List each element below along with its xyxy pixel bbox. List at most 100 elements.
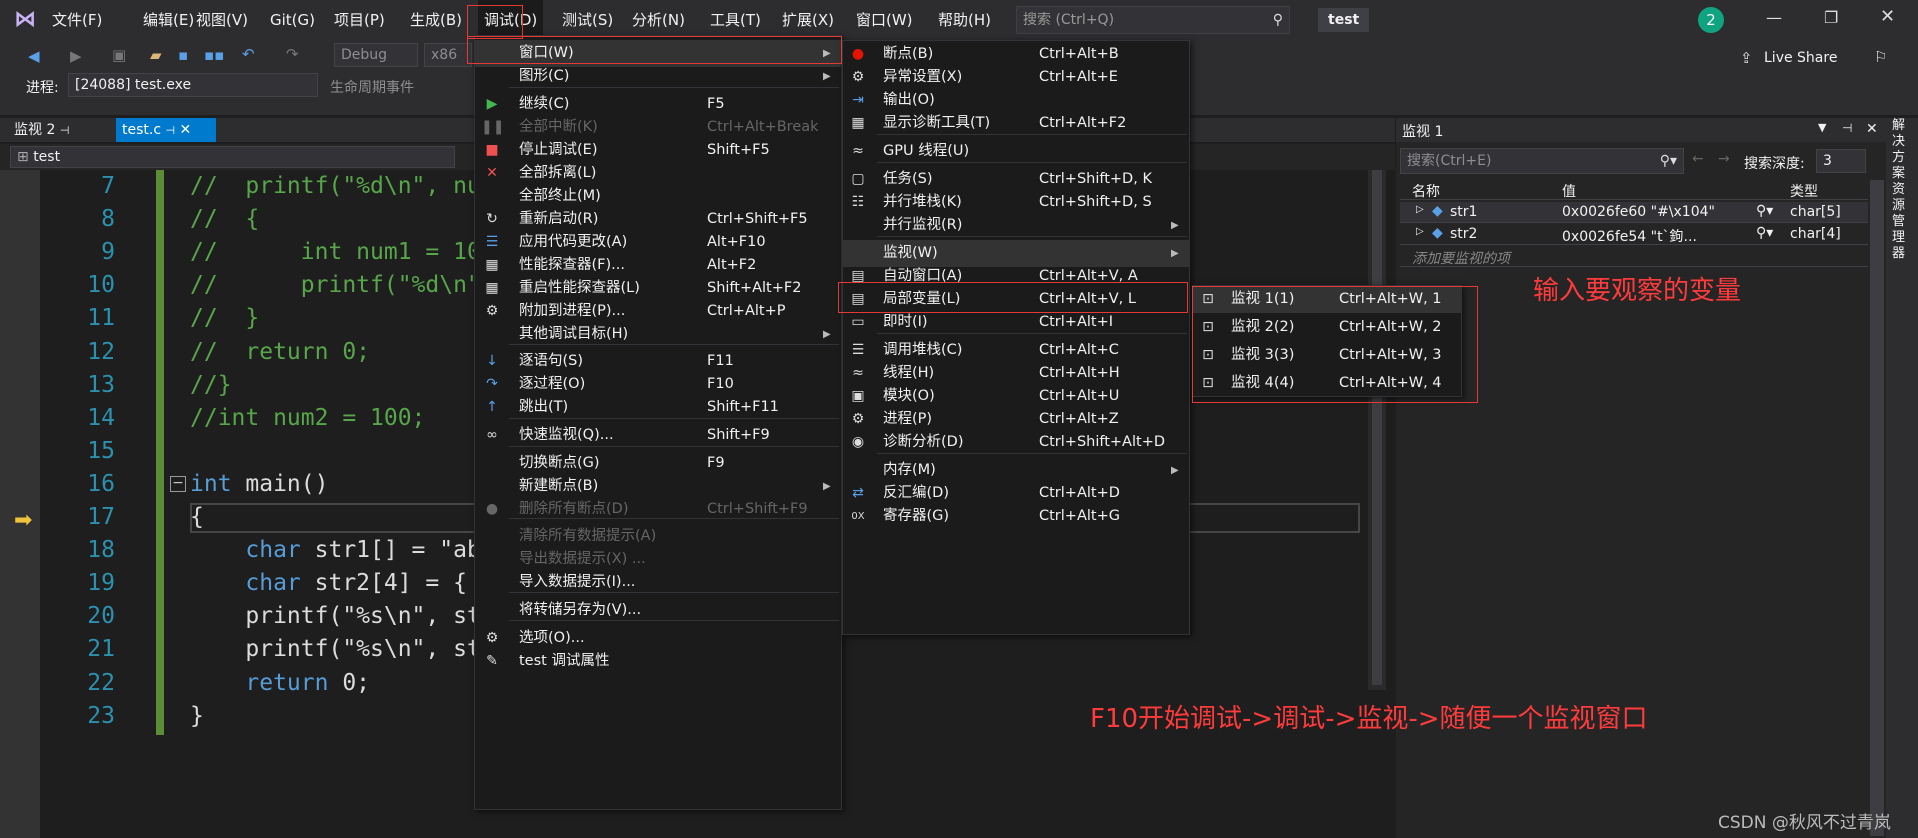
code-line[interactable]: printf("%s\n", st (190, 603, 480, 629)
menu-3[interactable]: Git(G) (264, 0, 321, 40)
menu-item-shortcut: Ctrl+Alt+W, 3 (1339, 347, 1442, 363)
watch-scrollbar[interactable] (1870, 180, 1884, 836)
feedback-icon[interactable]: ⚐ (1874, 48, 1887, 66)
watch-menu-item-0[interactable]: ⊡ 监视 1(1) Ctrl+Alt+W, 1 (1193, 286, 1461, 313)
window-menu-item-19[interactable]: 0X 寄存器(G) Ctrl+Alt+G (843, 503, 1189, 530)
pin-icon[interactable]: ⊣ (60, 124, 70, 137)
code-line[interactable]: // printf("%d\n", nu (190, 173, 481, 199)
col-type[interactable]: 类型 (1790, 181, 1818, 201)
code-line[interactable]: char str2[4] = { (190, 570, 467, 596)
forward-icon[interactable]: ▶ (70, 47, 82, 65)
menu-4[interactable]: 项目(P) (328, 0, 391, 40)
code-line[interactable]: // { (190, 206, 259, 232)
col-value[interactable]: 值 (1562, 181, 1576, 201)
maximize-icon[interactable]: ❐ (1824, 8, 1838, 27)
save-icon[interactable]: ▪ (178, 46, 188, 64)
code-line[interactable]: // } (190, 305, 259, 331)
code-line[interactable]: int main() (190, 471, 328, 497)
debug-menu-item-12[interactable]: 其他调试目标(H) ▶ (475, 321, 841, 348)
code-line[interactable]: // printf("%d\n" (190, 272, 481, 298)
watch-row[interactable]: ▷ ◆ str1 0x0026fe60 "#\x104" ⚲▾ char[5] (1400, 202, 1868, 223)
pin-icon[interactable]: ⊣ (166, 124, 176, 137)
menu-item-shortcut: Ctrl+Alt+W, 2 (1339, 319, 1442, 335)
col-name[interactable]: 名称 (1412, 181, 1440, 201)
open-folder-icon[interactable]: ▰ (150, 46, 162, 64)
window-menu-item-7[interactable]: 并行监视(R) ▶ (843, 212, 1189, 239)
live-share-button[interactable]: Live Share (1764, 50, 1837, 66)
pin-icon[interactable]: ⊣ (1842, 121, 1852, 135)
solution-explorer-tab[interactable]: 解决方案资源管理器 (1892, 118, 1912, 262)
code-line[interactable]: // return 0; (190, 339, 370, 365)
menu-2[interactable]: 视图(V) (190, 0, 254, 40)
menu-0[interactable]: 文件(F) (46, 0, 108, 40)
menu-12[interactable]: 帮助(H) (932, 0, 997, 40)
tab-watch2[interactable]: 监视 2 ⊣ (8, 118, 75, 142)
depth-combo[interactable]: 3 (1816, 149, 1866, 173)
minimize-icon[interactable]: — (1766, 8, 1782, 27)
dropdown-icon[interactable]: ▼ (1818, 121, 1826, 134)
save-all-icon[interactable]: ▪▪ (204, 46, 224, 64)
add-watch-item[interactable]: 添加要监视的项 (1412, 248, 1510, 268)
search-box[interactable]: 搜索 (Ctrl+Q) ⚲ (1016, 6, 1290, 34)
watch-menu-item-3[interactable]: ⊡ 监视 4(4) Ctrl+Alt+W, 4 (1193, 370, 1461, 397)
scope-combo[interactable]: ⊞ test (10, 146, 455, 168)
debug-menu-item-1[interactable]: 图形(C) ▶ (475, 63, 841, 90)
window-menu-item-11[interactable]: ▭ 即时(I) Ctrl+Alt+I (843, 309, 1189, 336)
menu-item-label: 并行监视(R) (883, 217, 963, 233)
code-line[interactable]: //int num2 = 100; (190, 405, 425, 431)
collapse-icon[interactable]: − (170, 476, 186, 492)
menu-6[interactable]: 调试(D) (478, 0, 544, 40)
visualizer-icon[interactable]: ⚲▾ (1756, 225, 1773, 241)
redo-icon[interactable]: ↷ (286, 45, 299, 63)
expand-icon[interactable]: ▷ (1416, 226, 1424, 237)
watch-search-input[interactable]: 搜索(Ctrl+E) ⚲▾ (1400, 148, 1684, 174)
window-menu-item-16[interactable]: ◉ 诊断分析(D) Ctrl+Shift+Alt+D (843, 429, 1189, 456)
expand-icon[interactable]: ▷ (1416, 204, 1424, 215)
debug-menu-item-15[interactable]: ↑ 跳出(T) Shift+F11 (475, 394, 841, 421)
gpu-threads-icon: ≈ (852, 143, 864, 159)
code-line[interactable]: char str1[] = "ab (190, 537, 480, 563)
search-next-icon[interactable]: → (1718, 151, 1730, 167)
platform-combo[interactable]: x86 (424, 43, 472, 67)
visualizer-icon[interactable]: ⚲▾ (1756, 203, 1773, 219)
code-line[interactable]: //} (190, 372, 232, 398)
panel-close-icon[interactable]: ✕ (1866, 121, 1878, 137)
code-line[interactable]: } (190, 703, 204, 729)
line-number: 14 (87, 404, 115, 431)
window-menu-item-4[interactable]: ≈ GPU 线程(U) (843, 138, 1189, 165)
code-line[interactable]: { (190, 504, 204, 530)
menu-5[interactable]: 生成(B) (404, 0, 468, 40)
undo-icon[interactable]: ↶ (242, 45, 255, 63)
window-menu-item-3[interactable]: ▦ 显示诊断工具(T) Ctrl+Alt+F2 (843, 110, 1189, 137)
menu-11[interactable]: 窗口(W) (850, 0, 919, 40)
line-number: 8 (101, 206, 115, 233)
lifecycle-events[interactable]: 生命周期事件 (330, 77, 414, 97)
live-share-icon[interactable]: ⇪ (1740, 49, 1753, 67)
watch-menu-item-1[interactable]: ⊡ 监视 2(2) Ctrl+Alt+W, 2 (1193, 314, 1461, 341)
new-project-icon[interactable]: ▣ (112, 46, 126, 64)
back-icon[interactable]: ◀ (28, 47, 40, 65)
menu-8[interactable]: 分析(N) (626, 0, 691, 40)
watch-menu-item-2[interactable]: ⊡ 监视 3(3) Ctrl+Alt+W, 3 (1193, 342, 1461, 369)
debug-menu-item-22[interactable]: 导入数据提示(I)... (475, 569, 841, 596)
tab-close-icon[interactable]: ✕ (180, 122, 192, 138)
debug-menu-item-25[interactable]: ✎ test 调试属性 (475, 648, 841, 675)
code-line[interactable]: // int num1 = 10 (190, 239, 481, 265)
tab-file-label: test.c (122, 122, 162, 138)
debug-menu-item-23[interactable]: 将转储另存为(V)... (475, 597, 841, 624)
debug-menu-item-16[interactable]: ∞ 快速监视(Q)... Shift+F9 (475, 422, 841, 449)
watch-row[interactable]: ▷ ◆ str2 0x0026fe54 "t`鉤... ⚲▾ char[4] (1400, 224, 1868, 245)
process-combo[interactable]: [24088] test.exe (68, 73, 318, 97)
config-combo[interactable]: Debug (334, 43, 418, 67)
editor-scrollbar[interactable] (1368, 170, 1386, 690)
menu-9[interactable]: 工具(T) (704, 0, 767, 40)
menu-10[interactable]: 扩展(X) (776, 0, 840, 40)
menu-7[interactable]: 测试(S) (556, 0, 619, 40)
search-prev-icon[interactable]: ← (1692, 151, 1704, 167)
menu-item-label: 寄存器(G) (883, 508, 950, 524)
notification-badge[interactable]: 2 (1698, 7, 1724, 33)
code-line[interactable]: return 0; (190, 670, 370, 696)
close-icon[interactable]: ✕ (1880, 6, 1895, 27)
code-line[interactable]: printf("%s\n", st (190, 636, 480, 662)
tab-test-c[interactable]: test.c ⊣ ✕ (116, 118, 216, 142)
